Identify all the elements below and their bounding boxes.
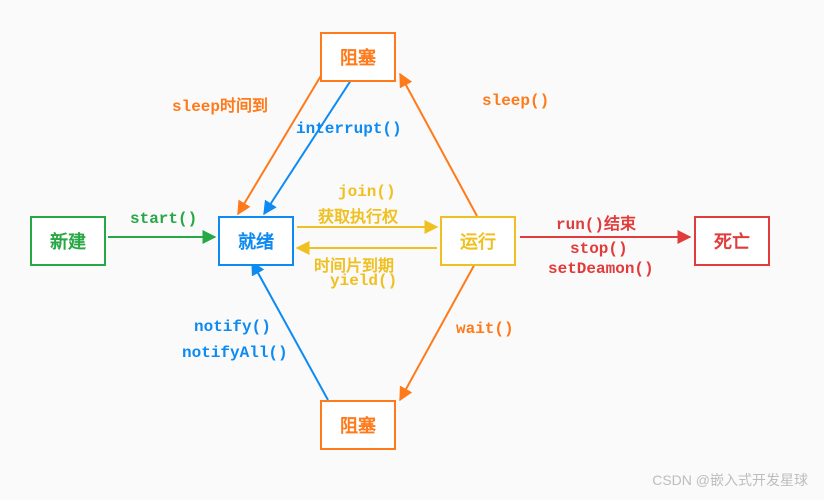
node-new: 新建 — [30, 216, 106, 266]
node-ready: 就绪 — [218, 216, 294, 266]
node-dead: 死亡 — [694, 216, 770, 266]
thread-state-diagram: 新建 就绪 运行 阻塞 阻塞 死亡 start() sleep时间到 inter… — [0, 0, 824, 500]
node-blocked-bottom: 阻塞 — [320, 400, 396, 450]
node-dead-label: 死亡 — [714, 234, 750, 254]
node-blocked-bottom-label: 阻塞 — [340, 418, 376, 438]
watermark: CSDN @嵌入式开发星球 — [652, 470, 808, 490]
node-running: 运行 — [440, 216, 516, 266]
node-new-label: 新建 — [50, 234, 86, 254]
node-running-label: 运行 — [460, 234, 496, 254]
node-ready-label: 就绪 — [238, 234, 274, 254]
node-blocked-top-label: 阻塞 — [340, 50, 376, 70]
edge-run-blocked-wait — [400, 260, 477, 400]
edge-blocked-ready-notify — [252, 262, 328, 400]
node-blocked-top: 阻塞 — [320, 32, 396, 82]
edge-run-blocked-sleep — [400, 74, 477, 216]
